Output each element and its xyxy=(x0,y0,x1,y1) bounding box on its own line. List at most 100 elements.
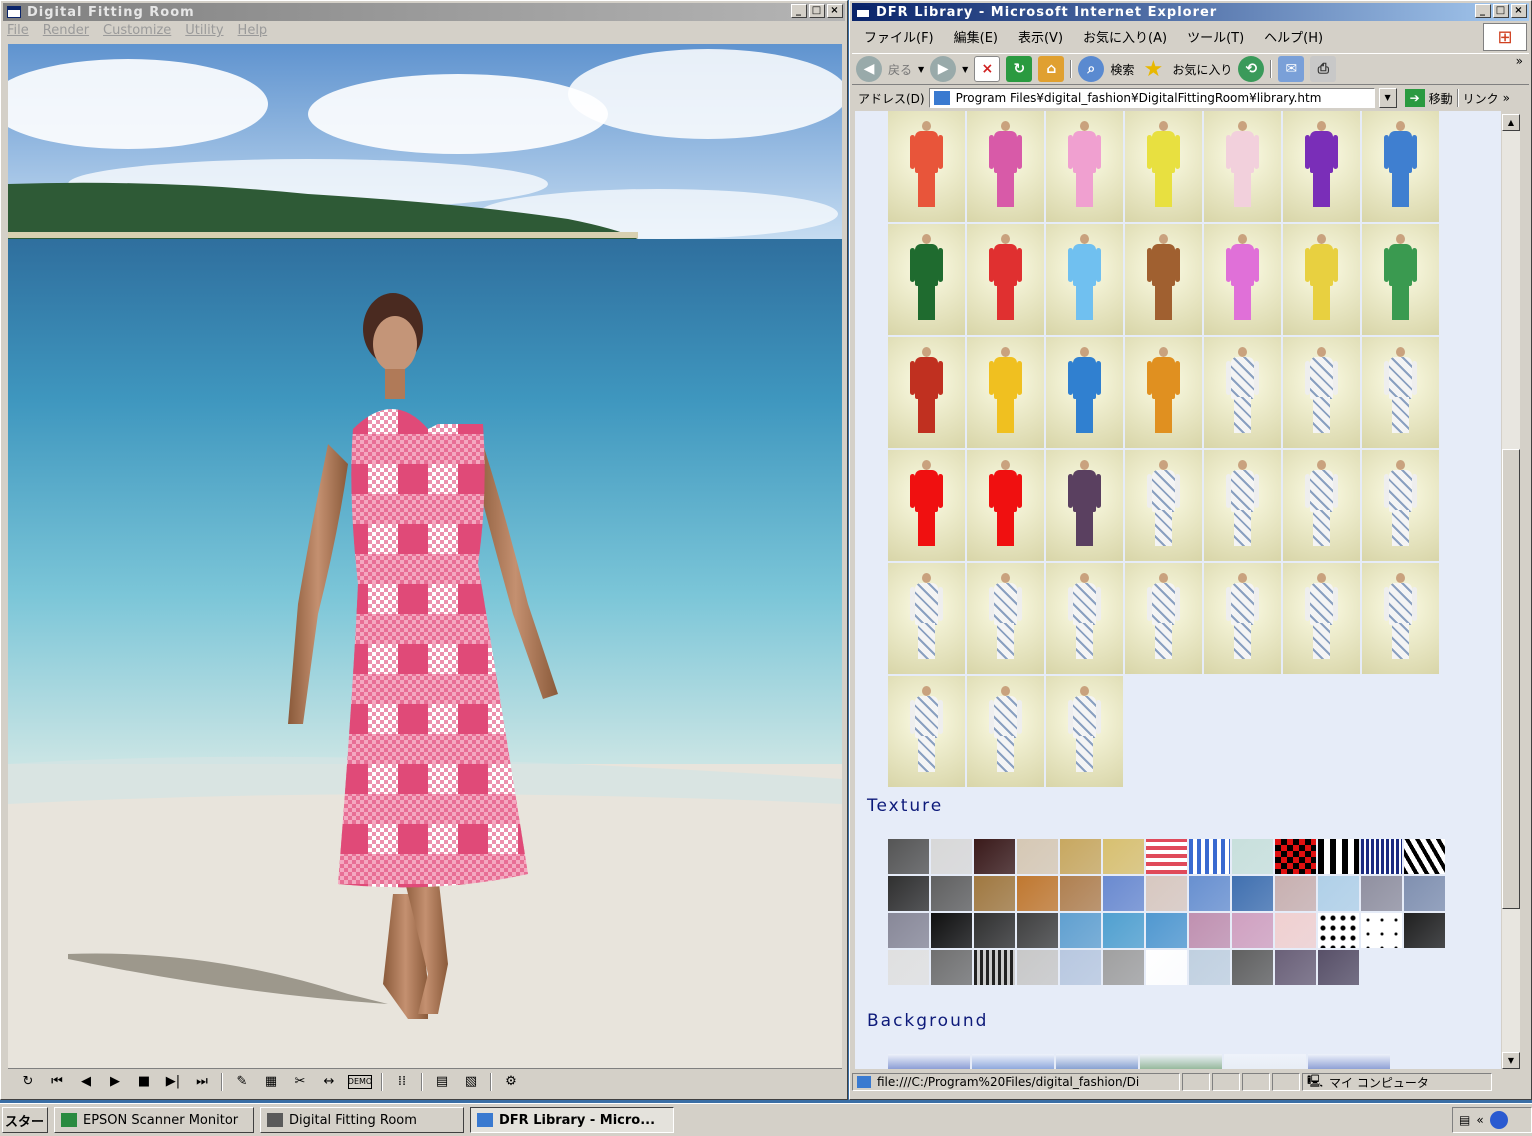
garment-thumbnail[interactable] xyxy=(1046,676,1123,787)
garment-thumbnail[interactable] xyxy=(888,563,965,674)
texture-swatch[interactable] xyxy=(974,839,1015,874)
garment-thumbnail[interactable] xyxy=(967,676,1044,787)
texture-swatch[interactable] xyxy=(1060,839,1101,874)
texture-swatch[interactable] xyxy=(888,839,929,874)
grid-icon[interactable]: ▦ xyxy=(261,1073,281,1091)
scroll-down-icon[interactable]: ▼ xyxy=(1502,1052,1520,1069)
vertical-scrollbar[interactable]: ▲ ▼ xyxy=(1502,114,1520,1069)
tile-grid-icon[interactable]: ▤ xyxy=(432,1073,452,1091)
toolbar-chevron[interactable]: » xyxy=(1516,54,1523,68)
search-icon[interactable]: ⌕ xyxy=(1078,56,1105,82)
keyboard-icon[interactable]: ▤ xyxy=(1459,1113,1470,1127)
fast-forward-end-icon[interactable]: ⏭ xyxy=(192,1073,212,1091)
background-thumbnail[interactable] xyxy=(1308,1054,1390,1069)
step-back-icon[interactable]: ◀ xyxy=(76,1073,96,1091)
garment-thumbnail[interactable] xyxy=(1283,337,1360,448)
garment-thumbnail[interactable] xyxy=(967,563,1044,674)
texture-swatch[interactable] xyxy=(1103,876,1144,911)
maximize-button[interactable]: □ xyxy=(809,4,825,18)
background-thumbnail[interactable] xyxy=(972,1054,1054,1069)
texture-swatch[interactable] xyxy=(1189,950,1230,985)
menu-view[interactable]: 表示(V) xyxy=(1018,27,1063,46)
forward-icon[interactable]: ▶ xyxy=(930,56,957,82)
garment-thumbnail[interactable] xyxy=(1362,450,1439,561)
texture-swatch[interactable] xyxy=(1146,950,1187,985)
history-icon[interactable]: ⟲ xyxy=(1238,56,1265,82)
texture-swatch[interactable] xyxy=(888,913,929,948)
menu-help[interactable]: ヘルプ(H) xyxy=(1264,27,1323,46)
start-button[interactable]: スタート xyxy=(2,1107,48,1133)
garment-thumbnail[interactable] xyxy=(1125,450,1202,561)
texture-swatch[interactable] xyxy=(1275,839,1316,874)
texture-swatch[interactable] xyxy=(974,876,1015,911)
minimize-button[interactable]: _ xyxy=(1475,4,1491,18)
search-label[interactable]: 検索 xyxy=(1110,61,1134,78)
menu-file[interactable]: ファイル(F) xyxy=(864,27,934,46)
dotted-grid-icon[interactable]: ⁞⁞ xyxy=(392,1073,412,1091)
menu-customize[interactable]: Customize xyxy=(103,23,171,38)
garment-thumbnail[interactable] xyxy=(1283,111,1360,222)
links-chevron[interactable]: » xyxy=(1503,91,1510,105)
garment-thumbnail[interactable] xyxy=(1362,111,1439,222)
settings-grid-icon[interactable]: ▧ xyxy=(461,1073,481,1091)
garment-thumbnail[interactable] xyxy=(1046,337,1123,448)
background-thumbnail[interactable] xyxy=(1224,1054,1306,1069)
texture-swatch[interactable] xyxy=(931,950,972,985)
texture-swatch[interactable] xyxy=(1017,876,1058,911)
menu-render[interactable]: Render xyxy=(43,23,89,38)
texture-swatch[interactable] xyxy=(1232,839,1273,874)
texture-swatch[interactable] xyxy=(1232,913,1273,948)
minimize-button[interactable]: _ xyxy=(791,4,807,18)
taskbar-item-dfr[interactable]: Digital Fitting Room xyxy=(260,1107,464,1133)
garment-thumbnail[interactable] xyxy=(888,450,965,561)
texture-swatch[interactable] xyxy=(1017,950,1058,985)
texture-swatch[interactable] xyxy=(1232,950,1273,985)
texture-swatch[interactable] xyxy=(1361,839,1402,874)
close-button[interactable]: × xyxy=(827,4,843,18)
stop-icon[interactable]: ■ xyxy=(134,1073,154,1091)
texture-swatch[interactable] xyxy=(1189,913,1230,948)
garment-thumbnail[interactable] xyxy=(1046,450,1123,561)
mail-icon[interactable]: ✉ xyxy=(1278,56,1305,82)
background-thumbnail[interactable] xyxy=(1140,1054,1222,1069)
address-dropdown-icon[interactable]: ▼ xyxy=(1378,88,1397,108)
texture-swatch[interactable] xyxy=(1146,876,1187,911)
garment-thumbnail[interactable] xyxy=(967,337,1044,448)
garment-thumbnail[interactable] xyxy=(1046,563,1123,674)
garment-thumbnail[interactable] xyxy=(1362,224,1439,335)
dfr-titlebar[interactable]: Digital Fitting Room _ □ × xyxy=(3,3,845,21)
refresh-icon[interactable]: ↻ xyxy=(1006,56,1033,82)
garment-thumbnail[interactable] xyxy=(1046,111,1123,222)
address-input[interactable]: Program Files¥digital_fashion¥DigitalFit… xyxy=(928,88,1375,108)
garment-thumbnail[interactable] xyxy=(1362,337,1439,448)
background-thumbnail[interactable] xyxy=(1056,1054,1138,1069)
links-label[interactable]: リンク xyxy=(1463,90,1499,107)
favorites-label[interactable]: お気に入り xyxy=(1172,61,1232,78)
stop-icon[interactable]: × xyxy=(974,56,1001,82)
scroll-thumb[interactable] xyxy=(1502,449,1520,909)
garment-thumbnail[interactable] xyxy=(1283,450,1360,561)
texture-swatch[interactable] xyxy=(1060,913,1101,948)
back-icon[interactable]: ◀ xyxy=(856,56,882,82)
back-dropdown-icon[interactable]: ▼ xyxy=(918,65,924,74)
demo-icon[interactable]: DEMO xyxy=(348,1074,372,1089)
texture-swatch[interactable] xyxy=(1361,876,1402,911)
texture-swatch[interactable] xyxy=(1404,876,1445,911)
texture-swatch[interactable] xyxy=(1060,950,1101,985)
menu-file[interactable]: File xyxy=(7,23,29,38)
garment-thumbnail[interactable] xyxy=(1283,224,1360,335)
garment-thumbnail[interactable] xyxy=(1125,563,1202,674)
texture-swatch[interactable] xyxy=(974,913,1015,948)
eyedropper-icon[interactable]: ✎ xyxy=(232,1073,252,1091)
maximize-button[interactable]: □ xyxy=(1493,4,1509,18)
texture-swatch[interactable] xyxy=(1318,839,1359,874)
garment-thumbnail[interactable] xyxy=(967,450,1044,561)
garment-thumbnail[interactable] xyxy=(1204,224,1281,335)
play-icon[interactable]: ▶ xyxy=(105,1073,125,1091)
garment-thumbnail[interactable] xyxy=(1125,111,1202,222)
garment-thumbnail[interactable] xyxy=(888,337,965,448)
garment-thumbnail[interactable] xyxy=(888,676,965,787)
forward-dropdown-icon[interactable]: ▼ xyxy=(962,65,968,74)
loop-icon[interactable]: ↻ xyxy=(18,1073,38,1091)
print-icon[interactable]: ⎙ xyxy=(1310,56,1337,82)
